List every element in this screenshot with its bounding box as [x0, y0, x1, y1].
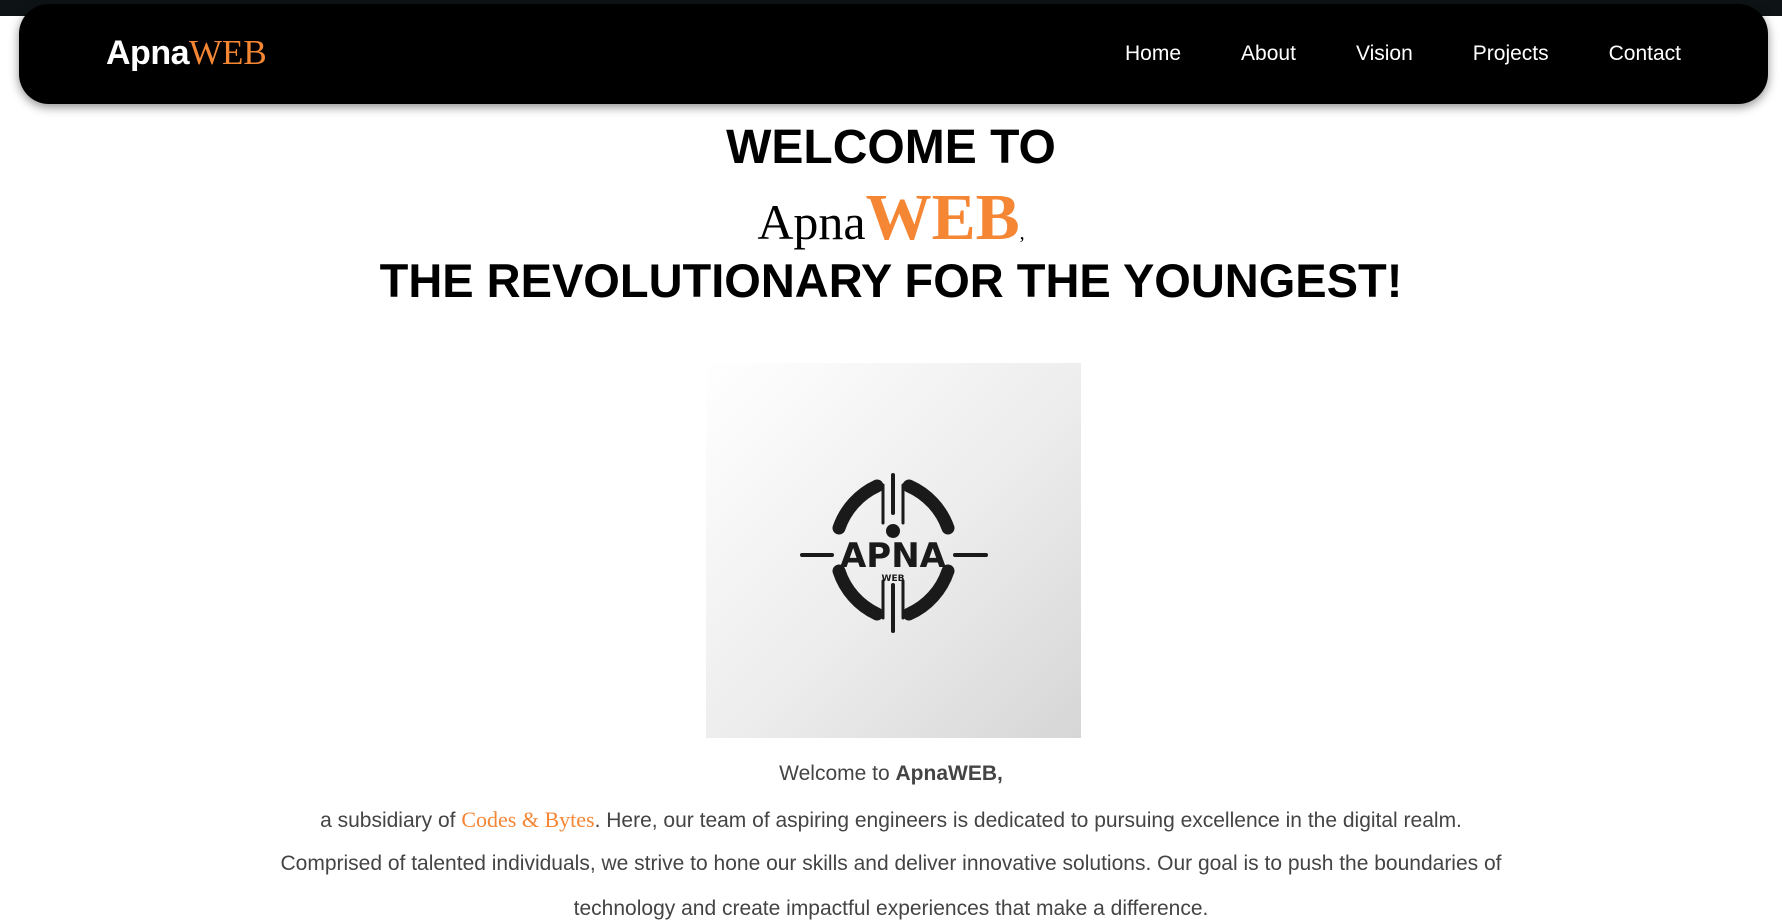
hero-welcome-heading: WELCOME TO — [726, 121, 1056, 174]
brand-logo-link[interactable]: Apna WEB — [106, 33, 267, 75]
intro-subsidiary-prefix: a subsidiary of — [320, 809, 462, 832]
apna-web-crosshair-logo-icon: APNA WEB — [800, 473, 988, 633]
logo-main-text: APNA — [840, 536, 947, 576]
intro-paragraph-line-3: Comprised of talented individuals, we st… — [280, 852, 1502, 875]
brand-apna-text: Apna — [106, 34, 190, 72]
logo-sub-text: WEB — [882, 574, 905, 584]
hero-tagline-heading: THE REVOLUTIONARY FOR THE YOUNGEST! — [379, 254, 1403, 307]
intro-welcome-brand: ApnaWEB, — [895, 762, 1003, 785]
hero-apna-text: Apna — [757, 194, 866, 250]
hero-comma: , — [1019, 222, 1025, 244]
intro-welcome-line: Welcome to ApnaWEB, — [0, 762, 1782, 786]
hero-web-text: WEB — [865, 181, 1020, 254]
codes-and-bytes-link[interactable]: Codes & Bytes — [461, 807, 594, 832]
nav-link-about[interactable]: About — [1241, 42, 1296, 66]
nav-link-home[interactable]: Home — [1125, 42, 1181, 66]
nav-link-vision[interactable]: Vision — [1356, 42, 1413, 66]
navbar: Apna WEB Home About Vision Projects Conta… — [19, 4, 1768, 104]
nav-links: Home About Vision Projects Contact — [1065, 4, 1681, 104]
intro-subsidiary-line: a subsidiary of Codes & Bytes. Here, our… — [0, 807, 1782, 833]
nav-link-contact[interactable]: Contact — [1609, 42, 1681, 66]
brand-web-text: WEB — [189, 33, 267, 72]
nav-link-projects[interactable]: Projects — [1473, 42, 1549, 66]
intro-subsidiary-suffix: . Here, our team of aspiring engineers i… — [594, 809, 1462, 832]
apna-web-logo-image: APNA WEB — [706, 363, 1081, 738]
intro-welcome-prefix: Welcome to — [779, 762, 896, 785]
intro-paragraph-line-4: technology and create impactful experien… — [573, 897, 1209, 920]
